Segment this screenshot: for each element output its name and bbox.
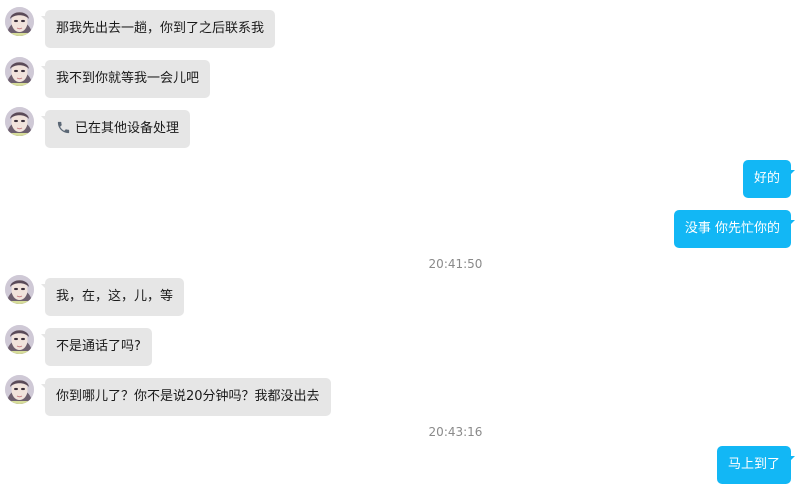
contact-avatar[interactable]	[5, 325, 34, 354]
contact-avatar[interactable]	[5, 107, 34, 136]
avatar-image	[5, 375, 34, 404]
contact-avatar[interactable]	[5, 7, 34, 36]
message-text: 没事 你先忙你的	[684, 221, 780, 236]
outgoing-message-bubble[interactable]: 没事 你先忙你的	[673, 210, 791, 248]
phone-icon	[57, 121, 70, 134]
timestamp: 20:43:16	[428, 425, 483, 439]
bubble-tail	[789, 456, 795, 462]
bubble-tail	[789, 220, 795, 226]
outgoing-message-bubble[interactable]: 好的	[742, 160, 791, 198]
bubble-tail	[789, 170, 795, 176]
contact-avatar[interactable]	[5, 57, 34, 86]
message-text: 好的	[753, 171, 780, 186]
avatar-image	[5, 275, 34, 304]
timestamp: 20:41:50	[428, 257, 483, 271]
contact-avatar[interactable]	[5, 275, 34, 304]
avatar-image	[5, 107, 34, 136]
incoming-message-bubble[interactable]: 我不到你就等我一会儿吧	[45, 60, 211, 98]
contact-avatar[interactable]	[5, 375, 34, 404]
incoming-message-bubble[interactable]: 我，在，这，儿，等	[45, 278, 185, 316]
avatar-image	[5, 57, 34, 86]
incoming-message-bubble[interactable]: 那我先出去一趟，你到了之后联系我	[45, 10, 276, 48]
message-text: 我不到你就等我一会儿吧	[56, 71, 200, 86]
incoming-message-bubble[interactable]: 你到哪儿了？你不是说20分钟吗？我都没出去	[45, 378, 331, 416]
avatar-image	[5, 325, 34, 354]
incoming-call-notice-bubble[interactable]: 已在其他设备处理	[45, 110, 191, 148]
message-text: 不是通话了吗?	[56, 339, 141, 354]
avatar-image	[5, 7, 34, 36]
message-text: 你到哪儿了？你不是说20分钟吗？我都没出去	[56, 389, 320, 404]
message-text: 马上到了	[727, 457, 780, 472]
incoming-message-bubble[interactable]: 不是通话了吗?	[45, 328, 152, 366]
message-text: 那我先出去一趟，你到了之后联系我	[56, 21, 265, 36]
message-text: 已在其他设备处理	[75, 121, 180, 136]
message-text: 我，在，这，儿，等	[56, 289, 174, 304]
outgoing-message-bubble[interactable]: 马上到了	[716, 446, 791, 484]
